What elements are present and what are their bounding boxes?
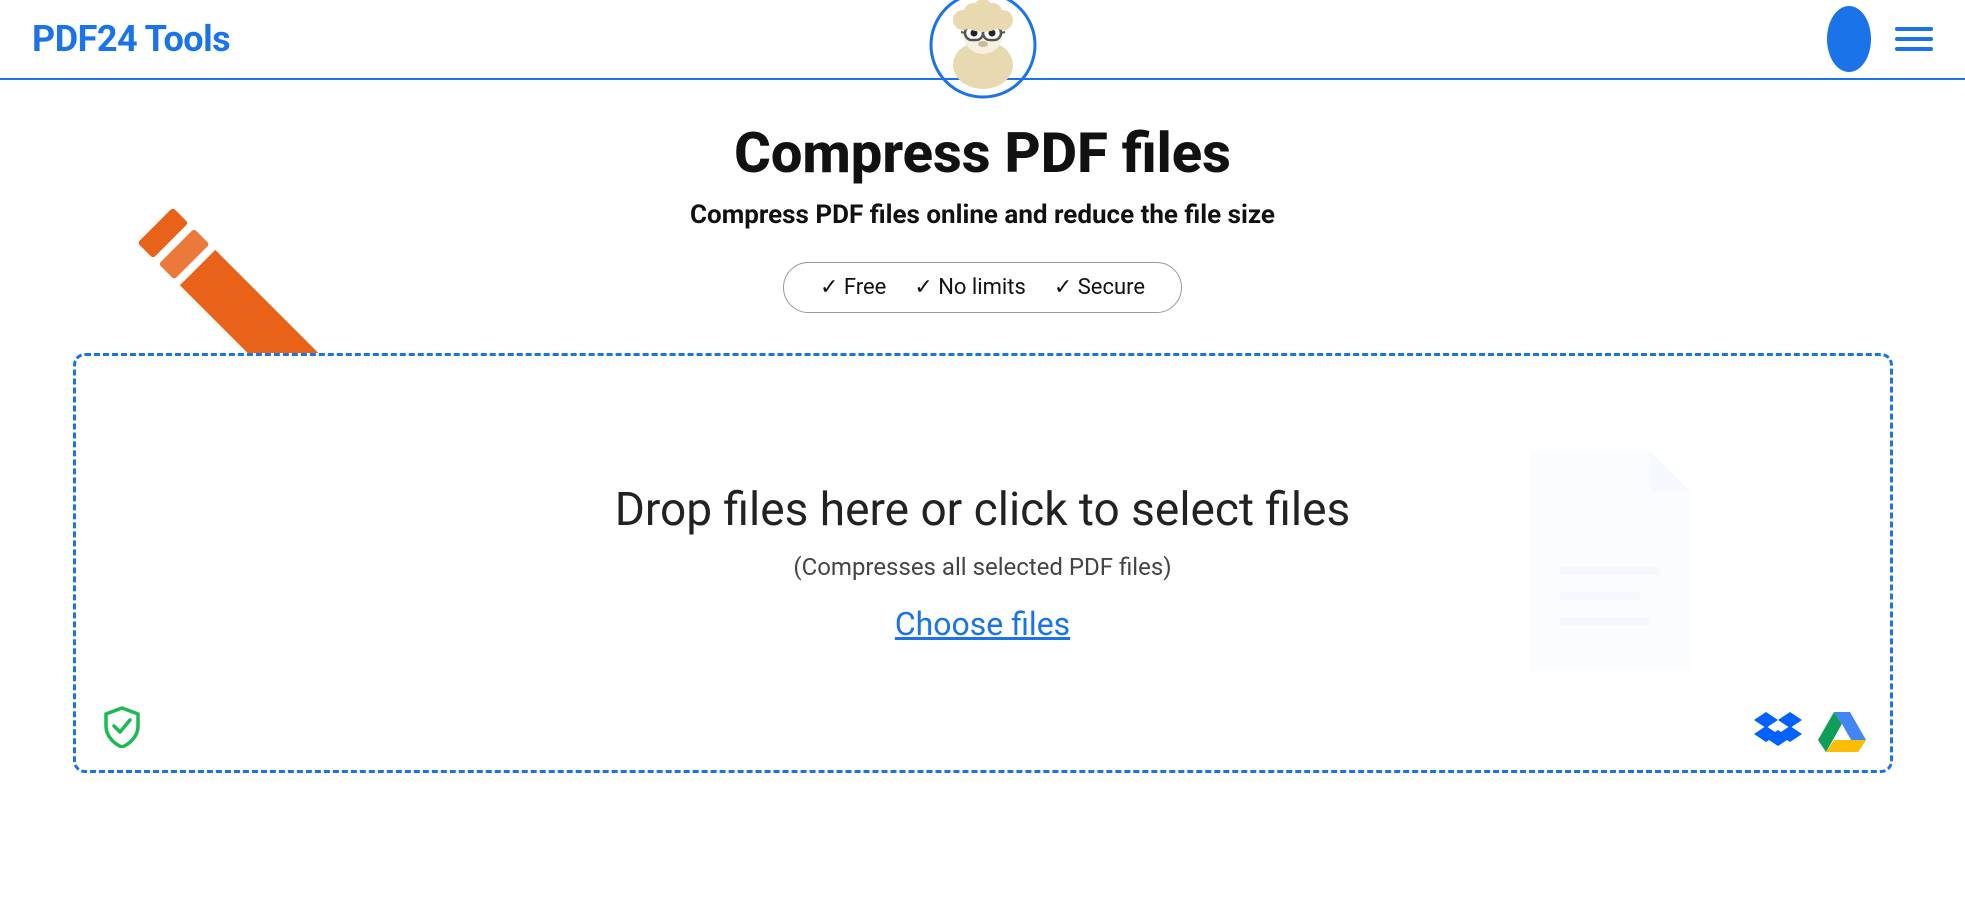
user-avatar[interactable] [1827,6,1871,72]
google-drive-icon[interactable] [1818,708,1866,752]
dropzone[interactable]: Drop files here or click to select files… [73,353,1893,773]
badge-no-limits: ✓ No limits [914,275,1025,300]
page-title: Compress PDF files [734,120,1231,186]
badge-secure: ✓ Secure [1054,275,1145,300]
badges-row: ✓ Free ✓ No limits ✓ Secure [783,262,1182,313]
header-right [1827,6,1933,72]
dropbox-icon[interactable] [1754,708,1802,752]
menu-button[interactable] [1895,27,1933,51]
dropzone-main-text: Drop files here or click to select files [615,483,1351,537]
security-shield-icon [100,704,144,752]
choose-files-button[interactable]: Choose files [895,605,1070,643]
dropzone-wrapper: Drop files here or click to select files… [73,353,1893,773]
page-subtitle: Compress PDF files online and reduce the… [690,200,1275,230]
cloud-icons [1754,708,1866,752]
site-logo[interactable]: PDF24 Tools [32,18,230,60]
dropzone-sub-text: (Compresses all selected PDF files) [793,553,1171,581]
file-icon-decoration [1510,441,1710,685]
main-content: Compress PDF files Compress PDF files on… [0,80,1965,773]
header: PDF24 Tools [0,0,1965,80]
badges-pill: ✓ Free ✓ No limits ✓ Secure [783,262,1182,313]
badge-free: ✓ Free [820,275,886,300]
